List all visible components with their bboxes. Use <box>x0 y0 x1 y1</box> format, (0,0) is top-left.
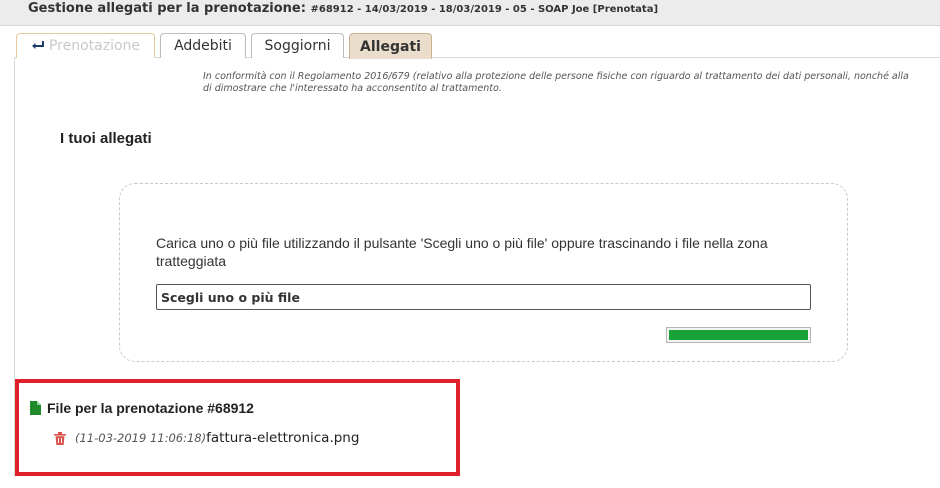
document-icon <box>30 401 41 415</box>
trash-icon[interactable] <box>54 431 66 445</box>
upload-progress-bar <box>666 327 811 343</box>
attachments-section-title: I tuoi allegati <box>60 130 152 147</box>
file-name-link[interactable]: fattura-elettronica.png <box>206 430 359 446</box>
tab-prenotazione-label: Prenotazione <box>48 38 141 54</box>
window-subtitle: #68912 - 14/03/2019 - 18/03/2019 - 05 - … <box>310 4 659 15</box>
tab-allegati-label: Allegati <box>360 38 421 55</box>
title-bar: Gestione allegati per la prenotazione: #… <box>0 0 940 26</box>
choose-files-button[interactable]: Scegli uno o più file <box>156 284 811 310</box>
choose-files-button-label: Scegli uno o più file <box>161 289 300 305</box>
tab-soggiorni-label: Soggiorni <box>264 38 331 54</box>
file-upload-date: (11-03-2019 11:06:18) <box>75 431 207 445</box>
tab-addebiti-label: Addebiti <box>174 38 232 54</box>
upload-progress-fill <box>669 330 808 340</box>
files-list-header: File per la prenotazione #68912 <box>30 400 254 416</box>
dropzone-instructions: Carica uno o più file utilizzando il pul… <box>156 235 768 269</box>
window-title-text: Gestione allegati per la prenotazione: <box>28 1 306 16</box>
list-item: (11-03-2019 11:06:18) fattura-elettronic… <box>54 430 359 446</box>
window-title: Gestione allegati per la prenotazione: #… <box>28 1 658 16</box>
privacy-notice-line-2: di dimostrare che l'interessato ha accon… <box>203 83 502 94</box>
highlight-box <box>15 379 460 476</box>
tab-prenotazione[interactable]: Prenotazione <box>16 33 155 58</box>
tab-soggiorni[interactable]: Soggiorni <box>251 33 344 58</box>
privacy-notice-line-1: In conformità con il Regolamento 2016/67… <box>203 71 909 82</box>
privacy-notice: In conformità con il Regolamento 2016/67… <box>203 71 940 95</box>
page: Gestione allegati per la prenotazione: #… <box>0 0 940 488</box>
tab-allegati[interactable]: Allegati <box>349 33 432 59</box>
tab-addebiti[interactable]: Addebiti <box>160 33 246 58</box>
return-arrow-icon <box>31 41 44 49</box>
files-list-header-text: File per la prenotazione #68912 <box>47 400 254 416</box>
